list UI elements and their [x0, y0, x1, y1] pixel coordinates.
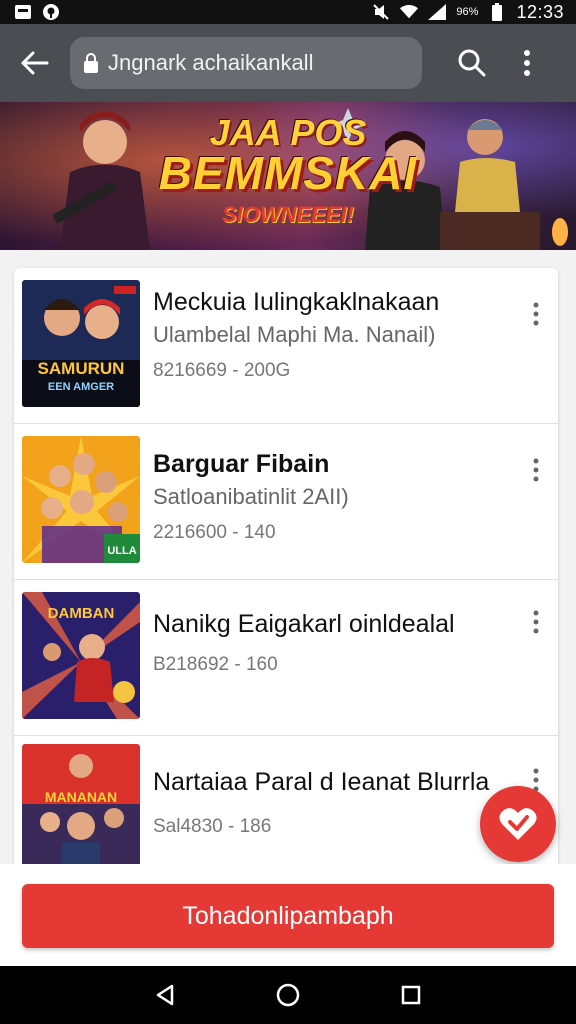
recents-square-icon — [401, 985, 420, 1005]
item-meta: 2216600 - 140 — [153, 522, 276, 543]
home-circle-icon — [276, 983, 300, 1007]
status-bar: 96% 12:33 — [0, 0, 576, 24]
more-vert-icon — [533, 458, 539, 482]
back-triangle-icon — [157, 984, 174, 1006]
browser-toolbar: Jngnark achaikankall — [0, 24, 576, 102]
thumb-title: DAMBAN — [48, 605, 115, 622]
item-title: Meckuia Iulingkaklnakaan — [153, 288, 440, 316]
item-meta: Sal4830 - 186 — [153, 816, 272, 837]
more-vert-icon — [533, 610, 539, 634]
status-right-icons: 96% 12:33 — [372, 2, 564, 23]
battery-percent: 96% — [456, 6, 479, 18]
list-item[interactable]: SAMURUN EEN AMGER Meckuia Iulingkaklnaka… — [14, 268, 558, 424]
battery-icon — [488, 3, 506, 21]
bottom-action-panel: Tohadonlipambaph — [0, 864, 576, 966]
banner-line-2: BEMMSKAI — [158, 147, 418, 199]
item-title: Nartaiaa Paral d Ieanat Blurrla — [153, 768, 490, 796]
primary-action-button[interactable]: Tohadonlipambaph — [22, 884, 554, 948]
content-area: SAMURUN EEN AMGER Meckuia Iulingkaklnaka… — [0, 250, 576, 864]
system-nav-bar — [0, 966, 576, 1024]
nav-home-button[interactable] — [268, 975, 308, 1015]
status-left-icons — [14, 3, 60, 21]
item-title: Nanikg Eaigakarl oinldealal — [153, 610, 455, 638]
url-text: Jngnark achaikankall — [108, 50, 314, 75]
item-thumbnail: SAMURUN EEN AMGER — [22, 280, 140, 407]
item-meta: B218692 - 160 — [153, 654, 278, 675]
thumb-subtitle: EEN AMGER — [48, 381, 114, 393]
more-vert-icon — [533, 302, 539, 326]
signal-icon — [428, 3, 447, 21]
item-more-button[interactable] — [522, 450, 550, 490]
list-item[interactable]: MANANAN Nartaiaa Paral d Ieanat Blurrla … — [14, 736, 558, 864]
results-card: SAMURUN EEN AMGER Meckuia Iulingkaklnaka… — [14, 268, 558, 864]
list-item[interactable]: DAMBAN Nanikg Eaigakarl oinldealal B2186… — [14, 580, 558, 736]
favorite-fab[interactable] — [480, 786, 556, 862]
more-vert-icon — [533, 768, 539, 792]
overflow-menu-button[interactable] — [502, 33, 552, 93]
item-thumbnail: MANANAN — [22, 744, 140, 864]
promo-banner[interactable]: JAA POS BEMMSKAI SIOWNEEEI! — [0, 102, 576, 250]
thumb-title: SAMURUN — [38, 359, 125, 378]
item-subtitle: Ulambelal Maphi Ma. Nanail) — [153, 322, 436, 347]
mute-icon — [372, 3, 390, 21]
back-button[interactable] — [0, 24, 70, 102]
item-thumbnail: ULLA — [22, 436, 140, 563]
lock-icon — [84, 53, 98, 73]
notification-icon — [14, 3, 32, 21]
thumb-badge: ULLA — [107, 545, 136, 557]
url-bar[interactable]: Jngnark achaikankall — [70, 37, 422, 89]
search-icon — [458, 49, 486, 77]
nav-recents-button[interactable] — [391, 975, 431, 1015]
nav-back-button[interactable] — [145, 975, 185, 1015]
item-more-button[interactable] — [522, 294, 550, 334]
banner-line-3: SIOWNEEEI! — [221, 202, 354, 227]
wifi-icon — [400, 3, 419, 21]
list-item[interactable]: ULLA Barguar Fibain Satloanibatinlit 2AI… — [14, 424, 558, 580]
check-heart-icon — [499, 808, 537, 840]
search-button[interactable] — [442, 33, 502, 93]
overflow-menu-icon — [524, 50, 530, 76]
item-more-button[interactable] — [522, 602, 550, 642]
app-icon — [42, 3, 60, 21]
back-arrow-icon — [21, 51, 49, 75]
thumb-title: MANANAN — [45, 789, 117, 805]
item-meta: 8216669 - 200G — [153, 360, 291, 381]
status-time: 12:33 — [516, 1, 564, 22]
item-subtitle: Satloanibatinlit 2AII) — [153, 484, 349, 509]
item-thumbnail: DAMBAN — [22, 592, 140, 719]
item-title: Barguar Fibain — [153, 450, 330, 478]
